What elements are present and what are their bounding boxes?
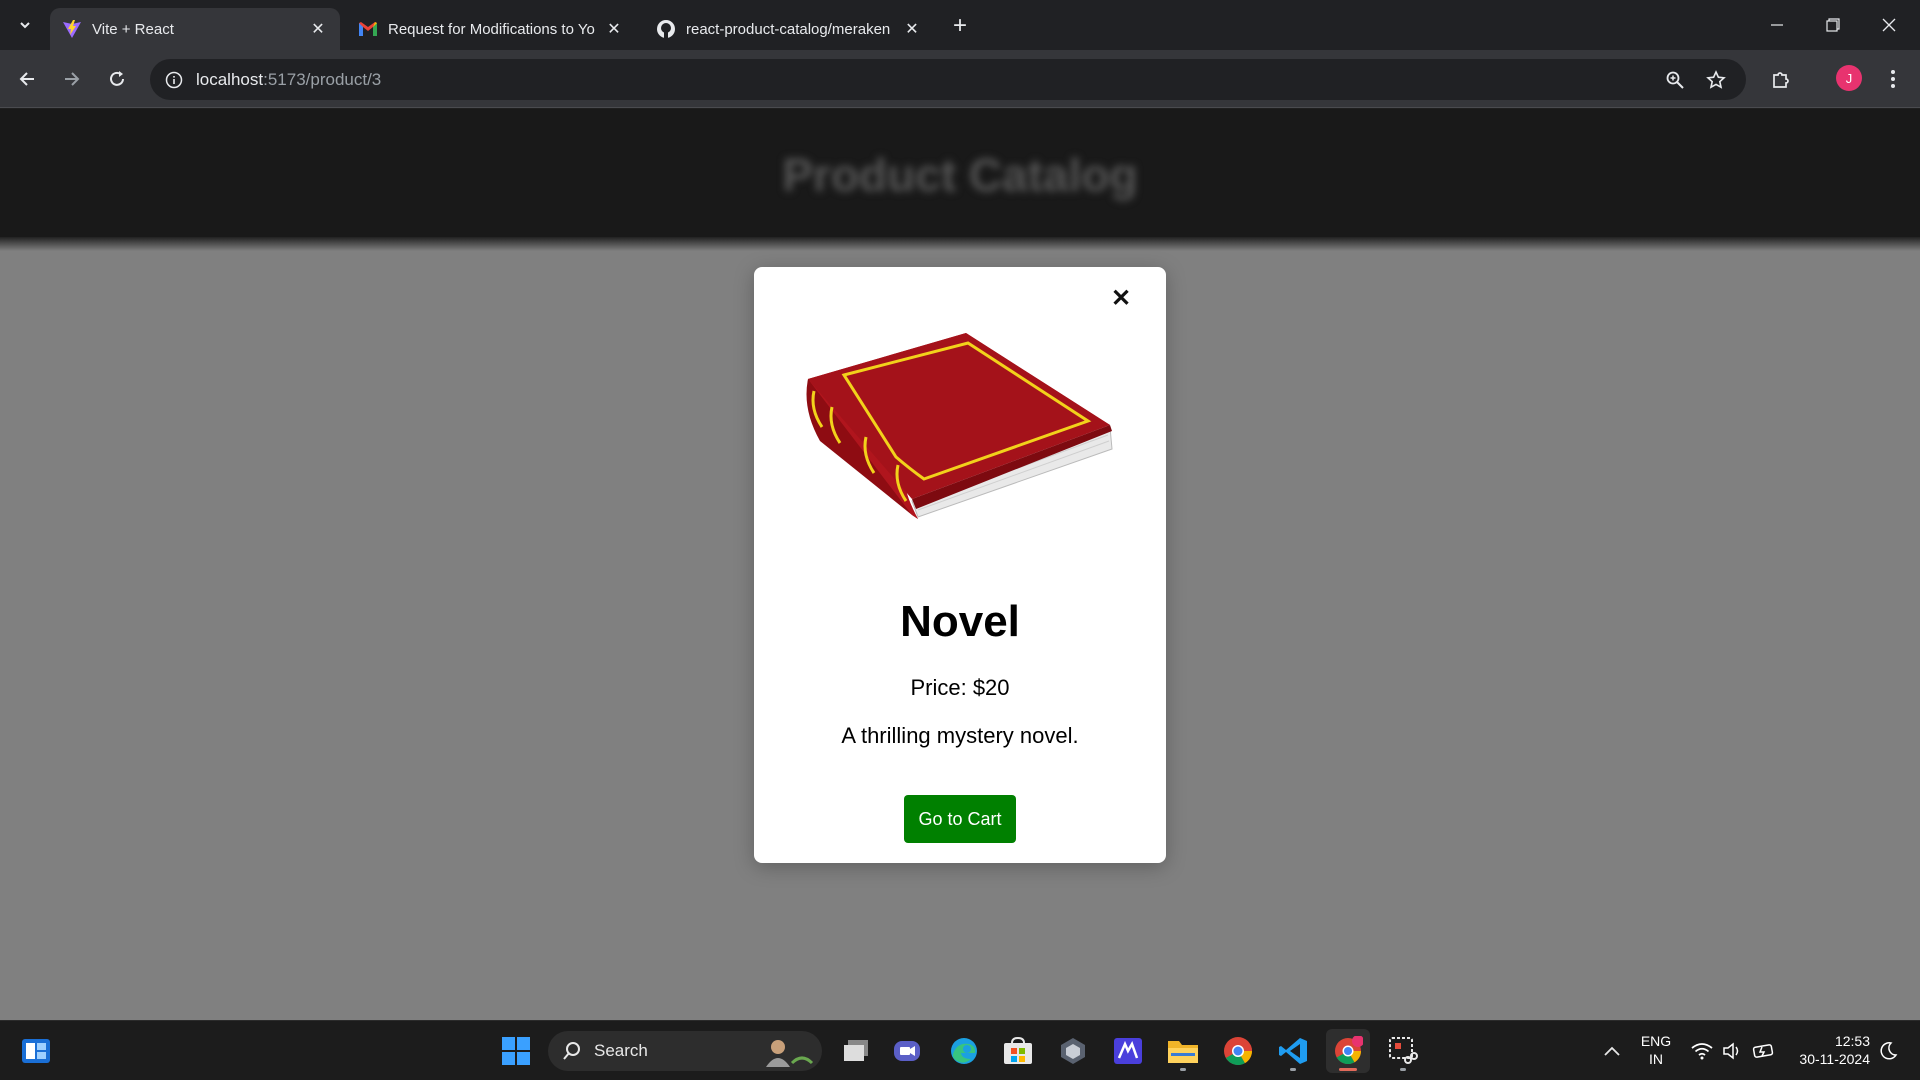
widgets-icon[interactable] — [14, 1029, 58, 1073]
back-arrow-icon[interactable] — [10, 62, 44, 96]
vscode-icon[interactable] — [1271, 1029, 1315, 1073]
profile-avatar[interactable]: J — [1836, 65, 1862, 91]
app-running-indicator — [1400, 1068, 1406, 1071]
windows-taskbar: Search ENG IN 12:53 30-11-2024 — [0, 1020, 1920, 1080]
new-tab-plus-icon[interactable]: + — [946, 12, 974, 40]
region-code: IN — [1649, 1051, 1663, 1067]
teams-meet-icon[interactable] — [886, 1029, 930, 1073]
url-path: :5173/product/3 — [263, 69, 382, 89]
chrome-icon[interactable] — [1216, 1029, 1260, 1073]
page-title: Product Catalog — [782, 149, 1138, 201]
edge-icon[interactable] — [942, 1029, 986, 1073]
show-hidden-icons-chevron-icon[interactable] — [1590, 1029, 1634, 1073]
snipping-tool-icon[interactable] — [1381, 1029, 1425, 1073]
microsoft-store-icon[interactable] — [996, 1029, 1040, 1073]
product-price: Price: $20 — [910, 675, 1010, 700]
file-explorer-icon[interactable] — [1161, 1029, 1205, 1073]
taskbar-search[interactable]: Search — [548, 1031, 822, 1071]
tab-title: Vite + React — [92, 20, 174, 38]
address-bar[interactable]: localhost:5173/product/3 — [150, 59, 1746, 100]
dev-tool-icon[interactable] — [1106, 1029, 1150, 1073]
product-description: A thrilling mystery novel. — [841, 723, 1079, 748]
book-image — [806, 333, 1113, 519]
close-icon[interactable]: ✕ — [1108, 285, 1134, 312]
product-modal: ✕ Novel Price: $20 A thrilling mystery n… — [754, 267, 1166, 863]
app-running-indicator — [1180, 1068, 1186, 1071]
window-close-icon[interactable] — [1866, 8, 1912, 42]
language-code: ENG — [1640, 1033, 1672, 1049]
search-highlight-icon — [766, 1040, 814, 1067]
github-icon — [656, 19, 676, 39]
reload-icon[interactable] — [100, 62, 134, 96]
url-text: localhost:5173/product/3 — [196, 70, 381, 90]
product-name: Novel — [900, 597, 1020, 646]
vite-icon — [62, 19, 82, 39]
page-viewport: Product Catalog ✕ Novel Price: $20 A thr… — [0, 109, 1920, 1020]
app-running-indicator — [1290, 1068, 1296, 1071]
page-header: Product Catalog — [0, 109, 1920, 241]
site-info-icon[interactable] — [162, 68, 186, 92]
search-label: Search — [594, 1041, 648, 1060]
extensions-puzzle-icon[interactable] — [1764, 62, 1798, 96]
tab-close-icon[interactable]: ✕ — [308, 19, 328, 39]
windows-start-icon[interactable] — [494, 1029, 538, 1073]
browser-toolbar: localhost:5173/product/3 — [0, 50, 1920, 108]
task-view-icon[interactable] — [834, 1029, 878, 1073]
zoom-icon[interactable] — [1660, 65, 1690, 95]
chrome-profile-icon[interactable] — [1326, 1029, 1370, 1073]
tab-github[interactable]: react-product-catalog/meraken ✕ — [644, 8, 934, 50]
header-shadow — [0, 237, 1920, 251]
tab-gmail[interactable]: Request for Modifications to Yo ✕ — [346, 8, 636, 50]
tab-vite-react[interactable]: Vite + React ✕ — [50, 8, 340, 50]
gmail-icon — [358, 19, 378, 39]
go-to-cart-button[interactable]: Go to Cart — [904, 795, 1016, 843]
clock[interactable]: 12:53 30-11-2024 — [1790, 1032, 1870, 1068]
tab-close-icon[interactable]: ✕ — [902, 19, 922, 39]
url-host: localhost — [196, 69, 264, 89]
minimize-icon[interactable] — [1754, 8, 1800, 42]
hexagon-app-icon[interactable] — [1051, 1029, 1095, 1073]
more-menu-icon[interactable] — [1876, 62, 1910, 96]
tab-strip: Vite + React ✕ Request for Modifications… — [0, 0, 1920, 50]
language-indicator[interactable]: ENG IN — [1636, 1032, 1676, 1068]
search-icon — [563, 1042, 580, 1060]
bookmark-star-icon[interactable] — [1701, 65, 1731, 95]
active-app-indicator — [1339, 1068, 1357, 1071]
battery-icon[interactable] — [1742, 1029, 1786, 1073]
restore-icon[interactable] — [1810, 8, 1856, 42]
tab-close-icon[interactable]: ✕ — [604, 19, 624, 39]
clock-date: 30-11-2024 — [1799, 1051, 1870, 1067]
forward-arrow-icon[interactable] — [55, 62, 89, 96]
tab-title: react-product-catalog/meraken — [686, 20, 891, 38]
tab-search-chevron-icon[interactable] — [10, 12, 40, 38]
focus-moon-icon[interactable] — [1866, 1029, 1910, 1073]
clock-time: 12:53 — [1834, 1033, 1870, 1049]
tab-title: Request for Modifications to Yo — [388, 20, 595, 38]
